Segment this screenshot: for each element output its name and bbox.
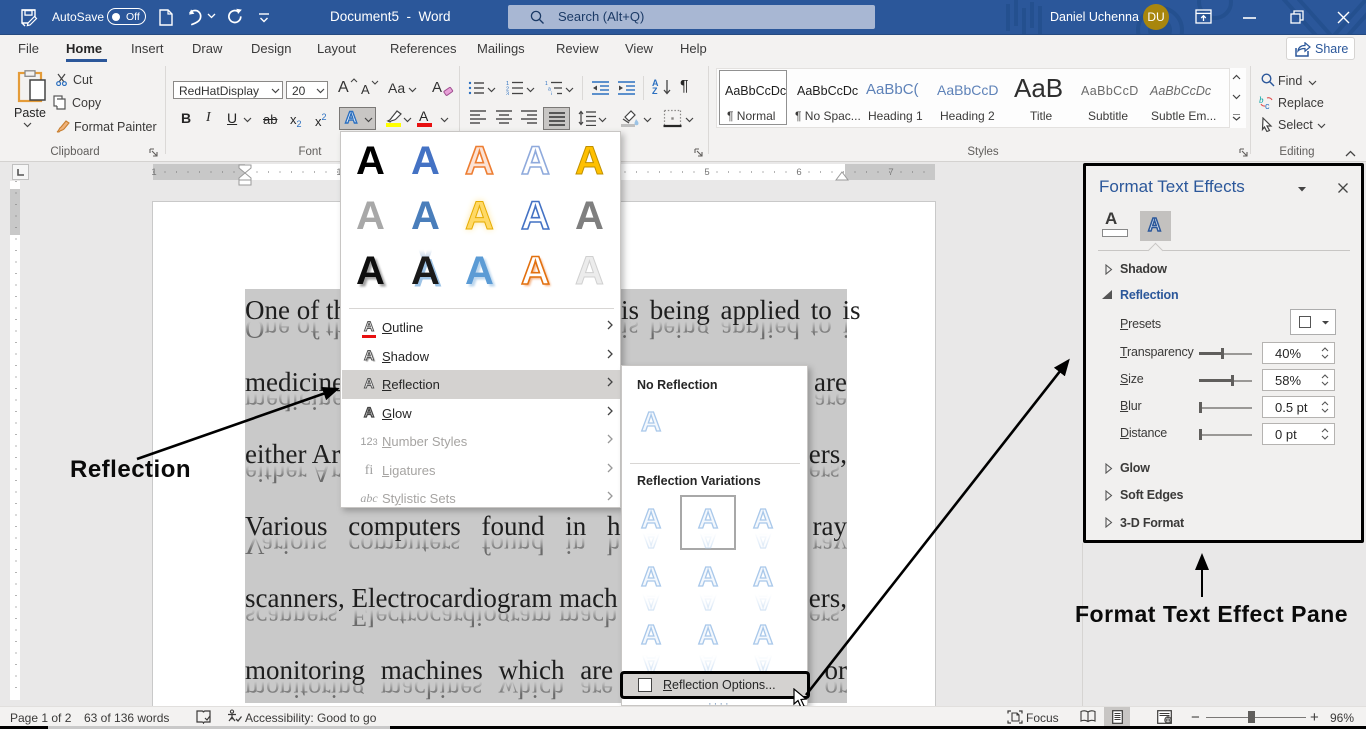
svg-text:b: b	[1259, 95, 1264, 105]
svg-text:3: 3	[506, 92, 509, 96]
svg-text:c: c	[1265, 101, 1270, 110]
svg-text:i: i	[551, 92, 552, 96]
